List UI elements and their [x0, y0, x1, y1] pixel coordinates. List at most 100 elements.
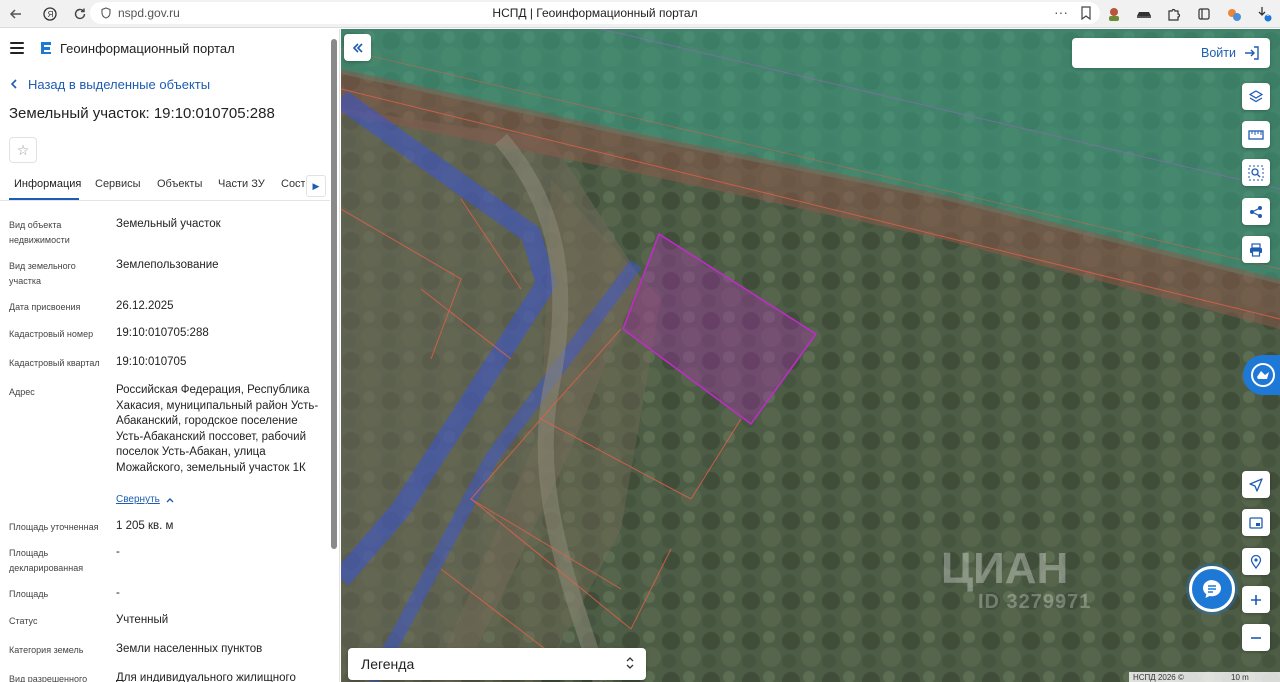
assistant-button[interactable] — [1243, 355, 1280, 395]
prop-value: Для индивидуального жилищного — [116, 672, 296, 682]
tabs-scroll-right-button[interactable]: ▶ — [306, 175, 326, 197]
share-button[interactable] — [1242, 198, 1270, 225]
portal-logo-icon — [41, 42, 51, 54]
address-value: Российская Федерация, Республика Хакасия… — [116, 384, 319, 474]
geolocation-button[interactable] — [1242, 471, 1270, 498]
zoom-in-button[interactable] — [1242, 586, 1270, 613]
profile-extension-icon[interactable] — [1104, 4, 1124, 24]
legend-dropdown[interactable]: Легенда — [348, 648, 646, 680]
ruler-icon — [1248, 129, 1264, 140]
prop-value: Учтенный — [116, 614, 169, 626]
yandex-icon[interactable]: Я — [38, 2, 62, 26]
prop-value: Землепользование — [116, 259, 219, 271]
prop-value: 19:10:010705 — [116, 356, 187, 368]
prop-value: - — [116, 546, 120, 558]
print-button[interactable] — [1242, 236, 1270, 263]
chat-icon — [1203, 580, 1221, 598]
cian-watermark: ЦИАН — [941, 544, 1069, 593]
double-chevron-left-icon — [352, 40, 364, 56]
svg-text:Я: Я — [48, 10, 54, 19]
minimap-icon — [1249, 516, 1263, 529]
chevron-up-icon — [166, 495, 174, 505]
puzzle-extension-icon[interactable] — [1164, 4, 1184, 24]
collapse-sidebar-button[interactable] — [344, 34, 371, 61]
legend-label: Легенда — [361, 656, 415, 672]
prop-value: Земельный участок — [116, 218, 221, 230]
url-text[interactable]: nspd.gov.ru — [118, 6, 180, 20]
weather-extension-icon[interactable] — [1224, 4, 1244, 24]
map-copyright: НСПД 2026 © — [1129, 672, 1280, 682]
print-icon — [1250, 242, 1262, 257]
portal-name: Геоинформационный портал — [60, 40, 235, 56]
active-tab-indicator — [9, 198, 79, 200]
address-bar[interactable]: nspd.gov.ru НСПД | Геоинформационный пор… — [90, 2, 1100, 24]
tab-composition[interactable]: Соста — [281, 178, 305, 190]
layers-button[interactable] — [1242, 83, 1270, 110]
chat-button[interactable] — [1189, 566, 1235, 612]
chevron-left-icon — [10, 78, 18, 92]
tab-information[interactable]: Информация — [14, 178, 81, 190]
sort-chevrons-icon — [626, 656, 634, 672]
ruler-button[interactable] — [1242, 121, 1270, 148]
assistant-icon — [1251, 363, 1275, 387]
hat-extension-icon[interactable] — [1134, 4, 1154, 24]
more-icon[interactable]: ··· — [1054, 4, 1068, 20]
tab-services[interactable]: Сервисы — [95, 178, 141, 190]
zoom-out-button[interactable] — [1242, 624, 1270, 651]
prop-value: - — [116, 587, 120, 599]
collapse-label: Свернуть — [116, 494, 160, 505]
map-view[interactable]: ЦИАН ID 3279971 Войти Легенда НСПД 2026 … — [341, 29, 1280, 682]
reload-icon[interactable] — [68, 2, 92, 26]
collapse-link[interactable]: Свернуть — [116, 494, 174, 505]
tab-parts[interactable]: Части ЗУ — [218, 178, 265, 190]
prop-value: 26.12.2025 — [116, 300, 174, 312]
plus-icon — [1251, 594, 1261, 605]
object-title: Земельный участок: 19:10:010705:288 — [9, 105, 275, 122]
share-icon — [1250, 205, 1262, 218]
satellite-imagery — [341, 29, 1280, 682]
prop-value: 19:10:010705:288 — [116, 327, 209, 339]
prop-label: Категория земель — [9, 645, 84, 655]
prop-label: Вид земельного участка — [9, 261, 76, 286]
prop-value: 1 205 кв. м — [116, 520, 174, 532]
login-icon — [1245, 46, 1259, 60]
area-search-icon — [1248, 165, 1264, 180]
collections-icon[interactable] — [1194, 4, 1214, 24]
bookmark-icon[interactable] — [1080, 6, 1092, 25]
prop-label: Вид объекта недвижимости — [9, 220, 70, 245]
map-scale: 10 m — [1231, 673, 1249, 682]
sidebar-header: Геоинформационный портал — [0, 29, 339, 67]
site-info-icon[interactable] — [96, 7, 116, 19]
prop-label: Кадастровый квартал — [9, 358, 100, 368]
login-label: Войти — [1201, 46, 1236, 60]
navigation-arrow-icon — [1249, 477, 1263, 492]
prop-label: Адрес — [9, 387, 35, 397]
menu-icon[interactable] — [10, 42, 24, 54]
cian-watermark-id: ID 3279971 — [978, 591, 1092, 613]
favorite-button[interactable]: ☆ — [9, 137, 37, 163]
location-pin-button[interactable] — [1242, 548, 1270, 575]
back-arrow-icon[interactable] — [4, 2, 28, 26]
back-label: Назад в выделенные объекты — [28, 77, 211, 92]
prop-label: Площадь — [9, 589, 49, 599]
area-search-button[interactable] — [1242, 159, 1270, 186]
sidebar-scrollbar[interactable] — [331, 39, 337, 549]
browser-toolbar: Я nspd.gov.ru НСПД | Геоинформационный п… — [0, 0, 1280, 28]
prop-label: Площадь уточненная — [9, 522, 99, 532]
downloads-icon[interactable]: 3 — [1254, 4, 1274, 24]
prop-label: Дата присвоения — [9, 302, 81, 312]
minus-icon — [1251, 636, 1261, 639]
layers-icon — [1249, 89, 1263, 102]
star-icon: ☆ — [16, 141, 30, 158]
location-pin-icon — [1250, 554, 1262, 569]
prop-label: Площадь декларированная — [9, 548, 84, 573]
tab-objects[interactable]: Объекты — [157, 178, 202, 190]
back-to-selected-link[interactable]: Назад в выделенные объекты — [10, 77, 210, 92]
info-tabs: Информация Сервисы Объекты Части ЗУ Сост… — [0, 171, 330, 201]
page-title: НСПД | Геоинформационный портал — [492, 6, 698, 20]
prop-label: Кадастровый номер — [9, 329, 94, 339]
minimap-button[interactable] — [1242, 509, 1270, 536]
prop-label: Статус — [9, 616, 38, 626]
login-button[interactable]: Войти — [1072, 38, 1270, 68]
info-sidebar: Геоинформационный портал Назад в выделен… — [0, 29, 340, 682]
